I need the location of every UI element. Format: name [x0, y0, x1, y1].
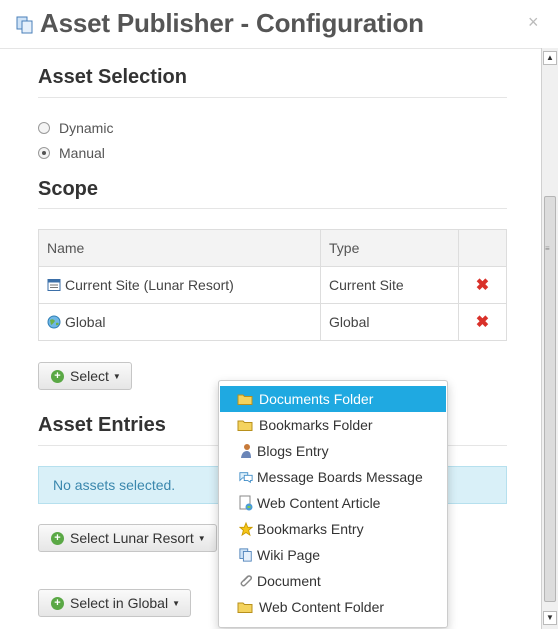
asset-publisher-icon — [16, 16, 33, 34]
menu-item-label: Web Content Article — [257, 495, 381, 511]
menu-item-label: Wiki Page — [257, 547, 321, 563]
caret-down-icon: ▼ — [112, 371, 121, 381]
folder-icon — [237, 599, 253, 615]
select-scope-button[interactable]: + Select ▼ — [38, 362, 132, 390]
menu-item-bookmarks-entry[interactable]: Bookmarks Entry — [219, 516, 447, 542]
menu-item-label: Bookmarks Folder — [259, 417, 373, 433]
radio-button[interactable] — [38, 122, 50, 134]
blog-icon — [239, 443, 253, 459]
add-icon: + — [51, 369, 64, 383]
add-icon: + — [51, 596, 64, 610]
scope-name: Global — [65, 314, 106, 330]
folder-icon — [237, 391, 253, 407]
radio-button-selected[interactable] — [38, 147, 50, 159]
radio-dynamic[interactable]: Dynamic — [38, 120, 113, 136]
scroll-up-icon[interactable]: ▲ — [543, 51, 557, 65]
delete-icon[interactable]: ✖ — [476, 314, 489, 331]
caret-down-icon: ▼ — [172, 598, 180, 608]
scope-name-cell: Current Site (Lunar Resort) — [38, 266, 321, 304]
scrollbar-thumb[interactable] — [544, 196, 556, 602]
table-header-row: Name Type — [38, 229, 507, 267]
menu-item-web-content-folder[interactable]: Web Content Folder — [219, 594, 447, 620]
scope-name: Current Site (Lunar Resort) — [65, 277, 234, 293]
radio-label: Manual — [59, 145, 105, 161]
menu-item-label: Message Boards Message — [257, 469, 423, 485]
menu-item-blogs-entry[interactable]: Blogs Entry — [219, 438, 447, 464]
scope-heading: Scope — [38, 178, 99, 200]
grip-icon: ≡ — [545, 244, 550, 253]
article-icon — [239, 495, 253, 511]
menu-item-bookmarks-folder[interactable]: Bookmarks Folder — [219, 412, 447, 438]
menu-item-message-boards-message[interactable]: Message Boards Message — [219, 464, 447, 490]
menu-item-label: Document — [257, 573, 321, 589]
button-label: Select Lunar Resort — [70, 530, 194, 546]
menu-item-label: Blogs Entry — [257, 443, 329, 459]
star-icon — [239, 521, 253, 537]
configuration-dialog: Asset Publisher - Configuration × Asset … — [0, 0, 558, 629]
scope-table: Name Type Current Site (Lunar Resort) Cu… — [38, 229, 507, 341]
select-lunar-resort-button[interactable]: + Select Lunar Resort ▼ — [38, 524, 217, 552]
scroll-down-icon[interactable]: ▼ — [543, 611, 557, 625]
close-icon[interactable]: × — [528, 12, 539, 33]
delete-cell: ✖ — [458, 303, 507, 341]
button-label: Select — [70, 368, 109, 384]
menu-item-documents-folder[interactable]: Documents Folder — [220, 386, 446, 412]
menu-item-document[interactable]: Document — [219, 568, 447, 594]
column-header-actions — [458, 229, 507, 267]
message-icon — [239, 469, 253, 485]
dialog-title: Asset Publisher - Configuration — [40, 8, 424, 38]
button-label: Select in Global — [70, 595, 169, 611]
scope-type: Current Site — [320, 266, 459, 304]
paperclip-icon — [239, 573, 253, 589]
asset-type-dropdown-menu: Documents Folder Bookmarks Folder Blogs … — [218, 380, 448, 628]
column-header-name: Name — [38, 229, 321, 267]
menu-item-web-content-article[interactable]: Web Content Article — [219, 490, 447, 516]
table-row: Global Global ✖ — [38, 303, 507, 341]
delete-cell: ✖ — [458, 266, 507, 304]
radio-manual[interactable]: Manual — [38, 145, 105, 161]
asset-selection-heading: Asset Selection — [38, 66, 187, 88]
dialog-header: Asset Publisher - Configuration × — [0, 0, 558, 49]
wiki-icon — [239, 547, 253, 563]
caret-down-icon: ▼ — [197, 533, 206, 543]
vertical-scrollbar[interactable]: ▲ ≡ ▼ — [541, 48, 558, 629]
menu-item-wiki-page[interactable]: Wiki Page — [219, 542, 447, 568]
table-row: Current Site (Lunar Resort) Current Site… — [38, 266, 507, 304]
radio-label: Dynamic — [59, 120, 114, 136]
menu-item-label: Web Content Folder — [259, 599, 385, 615]
asset-entries-heading: Asset Entries — [38, 414, 166, 436]
divider — [38, 97, 507, 98]
folder-icon — [237, 417, 253, 433]
select-in-global-button[interactable]: + Select in Global ▼ — [38, 589, 191, 617]
globe-icon — [47, 315, 61, 329]
menu-item-label: Documents Folder — [259, 391, 374, 407]
divider — [38, 208, 507, 209]
menu-item-label: Bookmarks Entry — [257, 521, 364, 537]
column-header-type: Type — [320, 229, 459, 267]
site-icon — [47, 279, 61, 291]
scope-type: Global — [320, 303, 459, 341]
scope-name-cell: Global — [38, 303, 321, 341]
delete-icon[interactable]: ✖ — [476, 277, 489, 294]
add-icon: + — [51, 531, 64, 545]
